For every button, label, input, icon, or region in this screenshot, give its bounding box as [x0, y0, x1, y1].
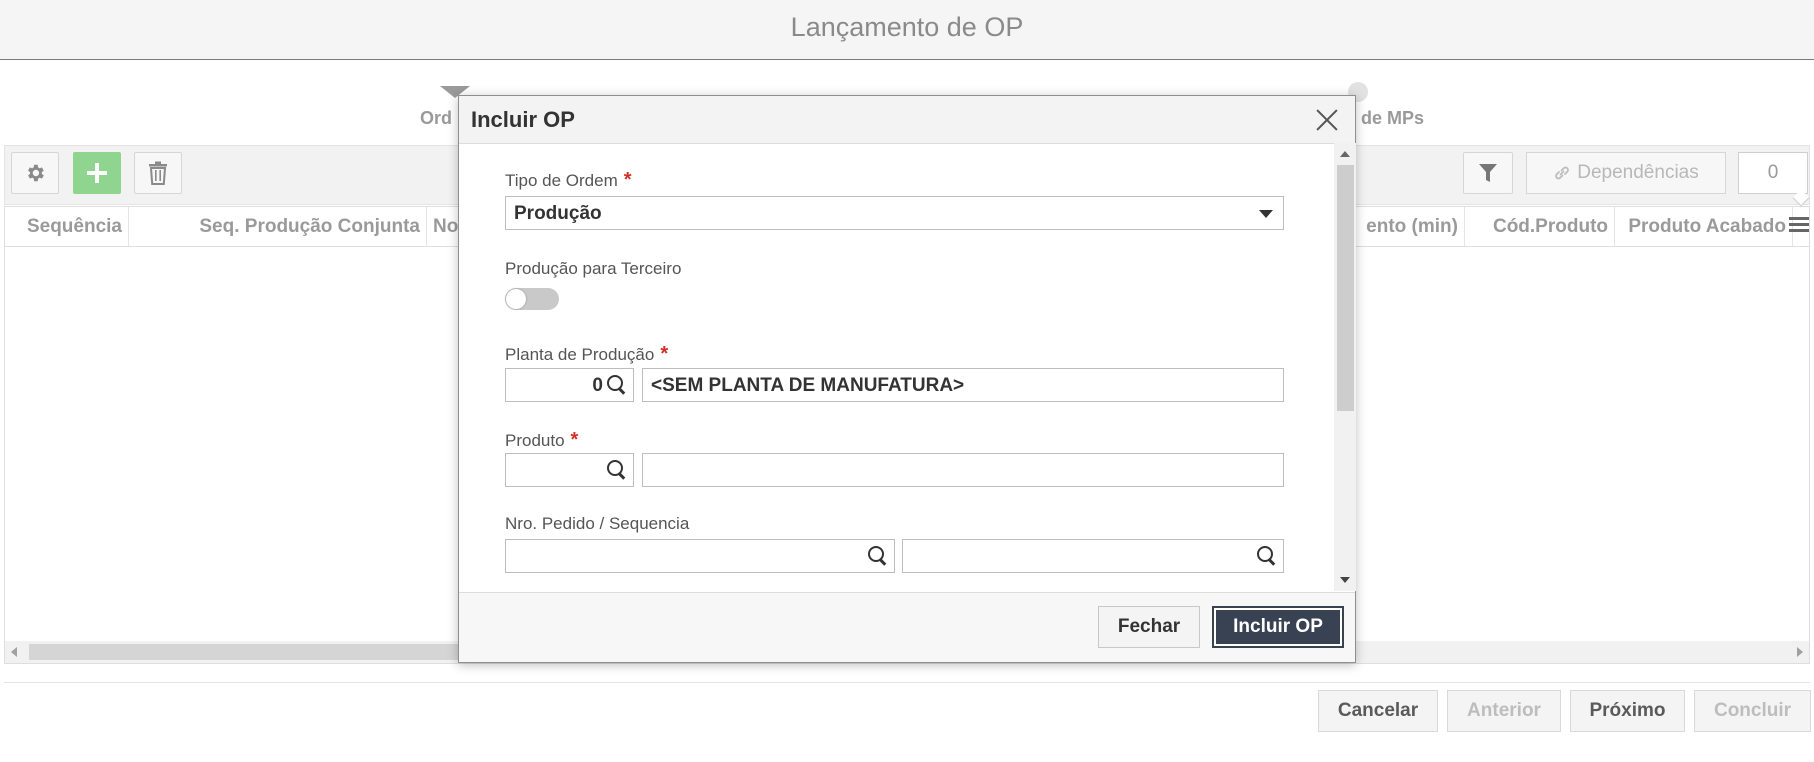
settings-button[interactable]	[11, 152, 59, 194]
delete-button[interactable]	[134, 152, 182, 194]
produto-code-input[interactable]	[505, 453, 634, 487]
column-header-cod-produto[interactable]: Cód.Produto	[1465, 207, 1615, 247]
tipo-ordem-value: Produção	[514, 203, 602, 224]
dialog-title: Incluir OP	[471, 107, 575, 132]
pedido-input[interactable]	[505, 539, 895, 573]
page-header: Lançamento de OP	[0, 0, 1814, 60]
scroll-down-icon[interactable]	[1340, 577, 1350, 583]
tipo-ordem-label-text: Tipo de Ordem	[505, 171, 618, 190]
required-mark: *	[660, 343, 669, 365]
incluir-op-button[interactable]: Incluir OP	[1212, 606, 1344, 648]
add-button[interactable]	[73, 152, 121, 194]
filter-icon	[1479, 164, 1497, 182]
producao-terceiro-label: Produção para Terceiro	[505, 259, 682, 278]
planta-description-field: <SEM PLANTA DE MANUFATURA>	[642, 368, 1284, 402]
search-icon[interactable]	[607, 375, 627, 395]
dialog-footer: Fechar Incluir OP	[459, 592, 1355, 662]
scroll-right-icon[interactable]	[1797, 647, 1803, 657]
produto-label-text: Produto	[505, 431, 565, 450]
column-header-sequencia[interactable]: Sequência	[5, 207, 129, 247]
search-icon[interactable]	[868, 546, 888, 566]
sequencia-input[interactable]	[902, 539, 1284, 573]
horizontal-scroll-thumb[interactable]	[29, 644, 469, 660]
required-mark: *	[570, 429, 579, 451]
toggle-knob	[506, 289, 526, 309]
producao-terceiro-toggle[interactable]	[505, 288, 559, 310]
tipo-ordem-select[interactable]: Produção	[505, 196, 1284, 230]
previous-button[interactable]: Anterior	[1447, 690, 1561, 732]
planta-code-value: 0	[592, 375, 603, 396]
produto-label: Produto *	[505, 429, 578, 452]
fechar-button[interactable]: Fechar	[1098, 606, 1200, 648]
step-label-ordem[interactable]: Ord	[420, 108, 452, 129]
trash-icon	[149, 161, 167, 185]
page-title: Lançamento de OP	[790, 12, 1024, 42]
required-mark: *	[623, 169, 632, 191]
dependencies-label: Dependências	[1577, 162, 1699, 183]
planta-code-input[interactable]: 0	[505, 368, 634, 402]
plus-icon	[87, 163, 107, 183]
finish-button[interactable]: Concluir	[1694, 690, 1811, 732]
dialog-form: Tipo de Ordem * Produção Produção para Te…	[458, 143, 1356, 591]
step-label-mps[interactable]: de MPs	[1361, 108, 1424, 129]
close-icon[interactable]	[1315, 108, 1339, 132]
footer-divider	[4, 682, 1810, 683]
produto-description-field	[642, 453, 1284, 487]
gear-icon	[28, 164, 44, 182]
link-icon	[1555, 166, 1570, 180]
filter-button[interactable]	[1463, 152, 1513, 194]
search-icon[interactable]	[1257, 546, 1277, 566]
column-menu-icon[interactable]	[1789, 217, 1809, 237]
dependencies-button[interactable]: Dependências	[1526, 152, 1726, 194]
scroll-left-icon[interactable]	[11, 647, 17, 657]
column-header-seq-producao-conjunta[interactable]: Seq. Produção Conjunta	[129, 207, 427, 247]
planta-label-text: Planta de Produção	[505, 345, 655, 364]
dialog-vertical-scrollbar[interactable]	[1334, 143, 1356, 591]
cancel-button[interactable]: Cancelar	[1318, 690, 1438, 732]
tipo-ordem-label: Tipo de Ordem *	[505, 169, 632, 192]
scroll-up-icon[interactable]	[1340, 151, 1350, 157]
dialog-header: Incluir OP	[459, 96, 1355, 144]
search-icon[interactable]	[607, 460, 627, 480]
chevron-down-icon	[1259, 210, 1273, 218]
vertical-scroll-thumb[interactable]	[1337, 165, 1354, 411]
record-count: 0	[1738, 152, 1808, 194]
column-header-produto-acabado[interactable]: Produto Acabado	[1615, 207, 1793, 247]
planta-label: Planta de Produção *	[505, 343, 668, 366]
pedido-label: Nro. Pedido / Sequencia	[505, 514, 690, 533]
next-button[interactable]: Próximo	[1570, 690, 1685, 732]
